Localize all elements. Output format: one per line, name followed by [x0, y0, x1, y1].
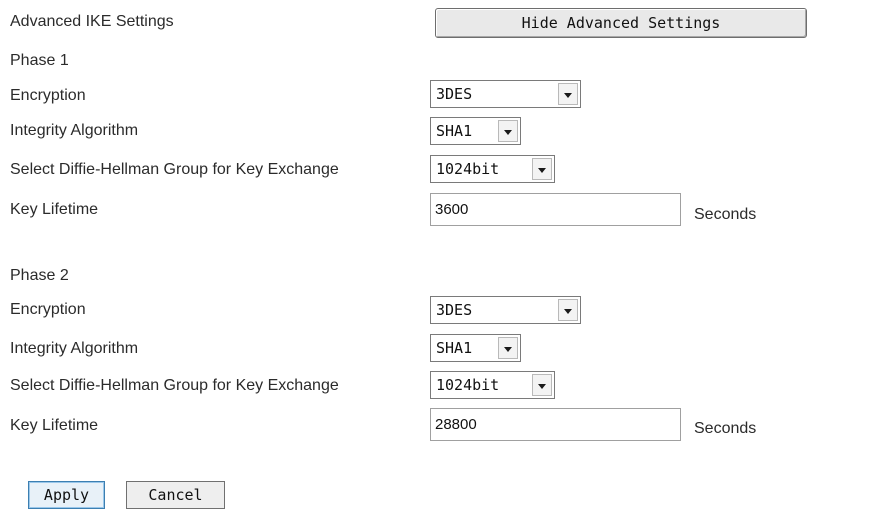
phase2-encryption-label: Encryption: [10, 301, 86, 318]
phase1-dh-group-select[interactable]: 1024bit: [430, 155, 555, 183]
phase2-dh-value: 1024bit: [436, 376, 500, 394]
phase1-title: Phase 1: [10, 52, 69, 69]
phase2-integrity-select[interactable]: SHA1: [430, 334, 521, 362]
phase1-integrity-label: Integrity Algorithm: [10, 122, 139, 139]
phase2-dh-group-select[interactable]: 1024bit: [430, 371, 555, 399]
phase1-dh-label: Select Diffie-Hellman Group for Key Exch…: [10, 161, 339, 178]
apply-button[interactable]: Apply: [28, 481, 105, 509]
chevron-down-icon[interactable]: [558, 299, 578, 321]
phase1-lifetime-label: Key Lifetime: [10, 201, 99, 218]
chevron-down-icon[interactable]: [532, 158, 552, 180]
chevron-down-icon[interactable]: [498, 120, 518, 142]
hide-advanced-settings-button[interactable]: Hide Advanced Settings: [435, 8, 807, 38]
phase2-encryption-select[interactable]: 3DES: [430, 296, 581, 324]
phase2-title: Phase 2: [10, 267, 69, 284]
phase1-encryption-value: 3DES: [436, 85, 473, 103]
phase1-lifetime-input[interactable]: [430, 193, 681, 226]
chevron-down-icon[interactable]: [498, 337, 518, 359]
phase1-integrity-select[interactable]: SHA1: [430, 117, 521, 145]
phase1-lifetime-unit: Seconds: [694, 206, 757, 223]
phase2-integrity-label: Integrity Algorithm: [10, 340, 139, 357]
phase2-integrity-value: SHA1: [436, 339, 473, 357]
phase2-lifetime-unit: Seconds: [694, 420, 757, 437]
phase1-encryption-select[interactable]: 3DES: [430, 80, 581, 108]
advanced-ike-settings-heading: Advanced IKE Settings: [10, 13, 174, 30]
phase1-dh-value: 1024bit: [436, 160, 500, 178]
chevron-down-icon[interactable]: [558, 83, 578, 105]
chevron-down-icon[interactable]: [532, 374, 552, 396]
cancel-button[interactable]: Cancel: [126, 481, 225, 509]
phase2-lifetime-input[interactable]: [430, 408, 681, 441]
phase1-integrity-value: SHA1: [436, 122, 473, 140]
phase2-encryption-value: 3DES: [436, 301, 473, 319]
phase2-lifetime-label: Key Lifetime: [10, 417, 99, 434]
phase1-encryption-label: Encryption: [10, 87, 86, 104]
phase2-dh-label: Select Diffie-Hellman Group for Key Exch…: [10, 377, 339, 394]
